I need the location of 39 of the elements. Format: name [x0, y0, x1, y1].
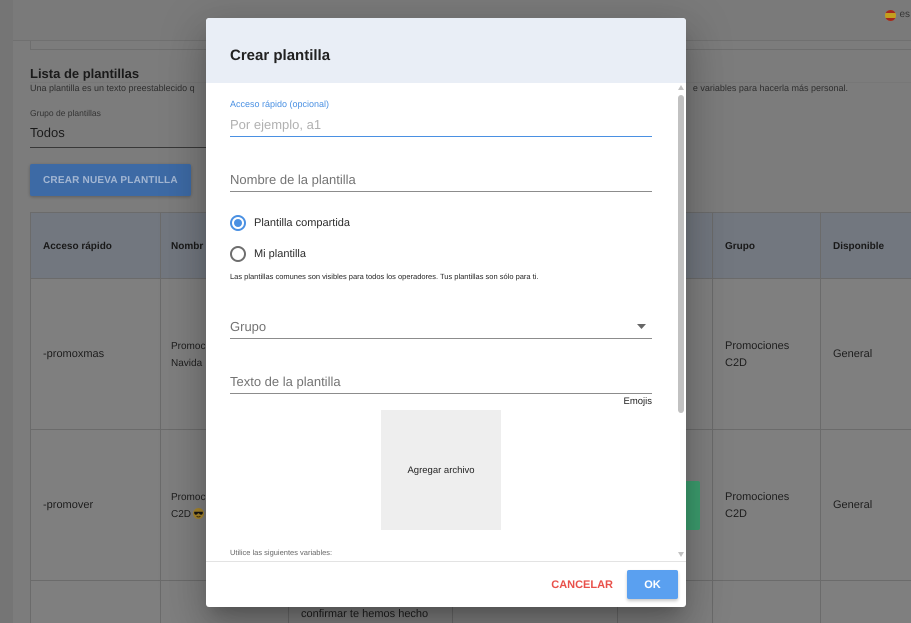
language-label[interactable]: es [899, 9, 910, 21]
caret-icon [637, 324, 646, 328]
field-label: Grupo de plantillas [30, 108, 101, 119]
radio-label[interactable]: Mi plantilla [254, 247, 306, 261]
table-cell-text: Promociones C2D [725, 338, 790, 370]
table-cell-text: Promociones C2D [725, 490, 790, 522]
dialog-button[interactable]: OK [627, 570, 678, 599]
text-field[interactable]: Texto de la plantilla [230, 369, 652, 394]
column-header: Acceso rápido [43, 240, 112, 254]
table-cell-text: -promover [43, 498, 94, 513]
section-title: Lista de plantillas [30, 66, 140, 82]
radio-button[interactable] [230, 246, 246, 262]
description-text: e variables para hacerla más personal. [692, 83, 848, 94]
field-label: Acceso rápido (opcional) [230, 98, 330, 110]
table-cell-text: -promoxmas [43, 347, 104, 362]
radio-label[interactable]: Plantilla compartida [254, 216, 350, 230]
create-template-button[interactable]: CREAR NUEVA PLANTILLA [30, 164, 191, 196]
column-header: Nombr [171, 240, 204, 254]
table-cell: confirmar te hemos hecho [301, 608, 428, 621]
table-cell-text: General [833, 347, 872, 362]
table-cell: Promoc Navida [171, 340, 206, 368]
column-header: Disponible [833, 240, 884, 254]
column-header: Grupo [725, 240, 755, 254]
text-field[interactable]: Por ejemplo, a1 [230, 112, 652, 137]
text-field[interactable]: Nombre de la plantilla [230, 167, 652, 192]
emoji-link[interactable]: Emojis [623, 396, 652, 408]
table-cell-text: General [833, 498, 872, 513]
scroll-down-icon[interactable] [678, 552, 684, 557]
scroll-up-icon[interactable] [678, 85, 684, 90]
description-text: Una plantilla es un texto preestablecido q [30, 83, 195, 94]
table-cell: Promoc C2D [171, 492, 206, 520]
scrollbar-thumb[interactable] [678, 95, 684, 413]
file-drop-zone[interactable]: Agregar archivo [381, 410, 501, 530]
dialog-button[interactable]: CANCELAR [545, 570, 619, 599]
flag-icon [885, 10, 896, 20]
dialog-title: Crear plantilla [230, 46, 330, 65]
action-button[interactable] [686, 481, 700, 530]
group-select[interactable]: Grupo [230, 314, 652, 339]
radio-button[interactable] [230, 215, 246, 231]
